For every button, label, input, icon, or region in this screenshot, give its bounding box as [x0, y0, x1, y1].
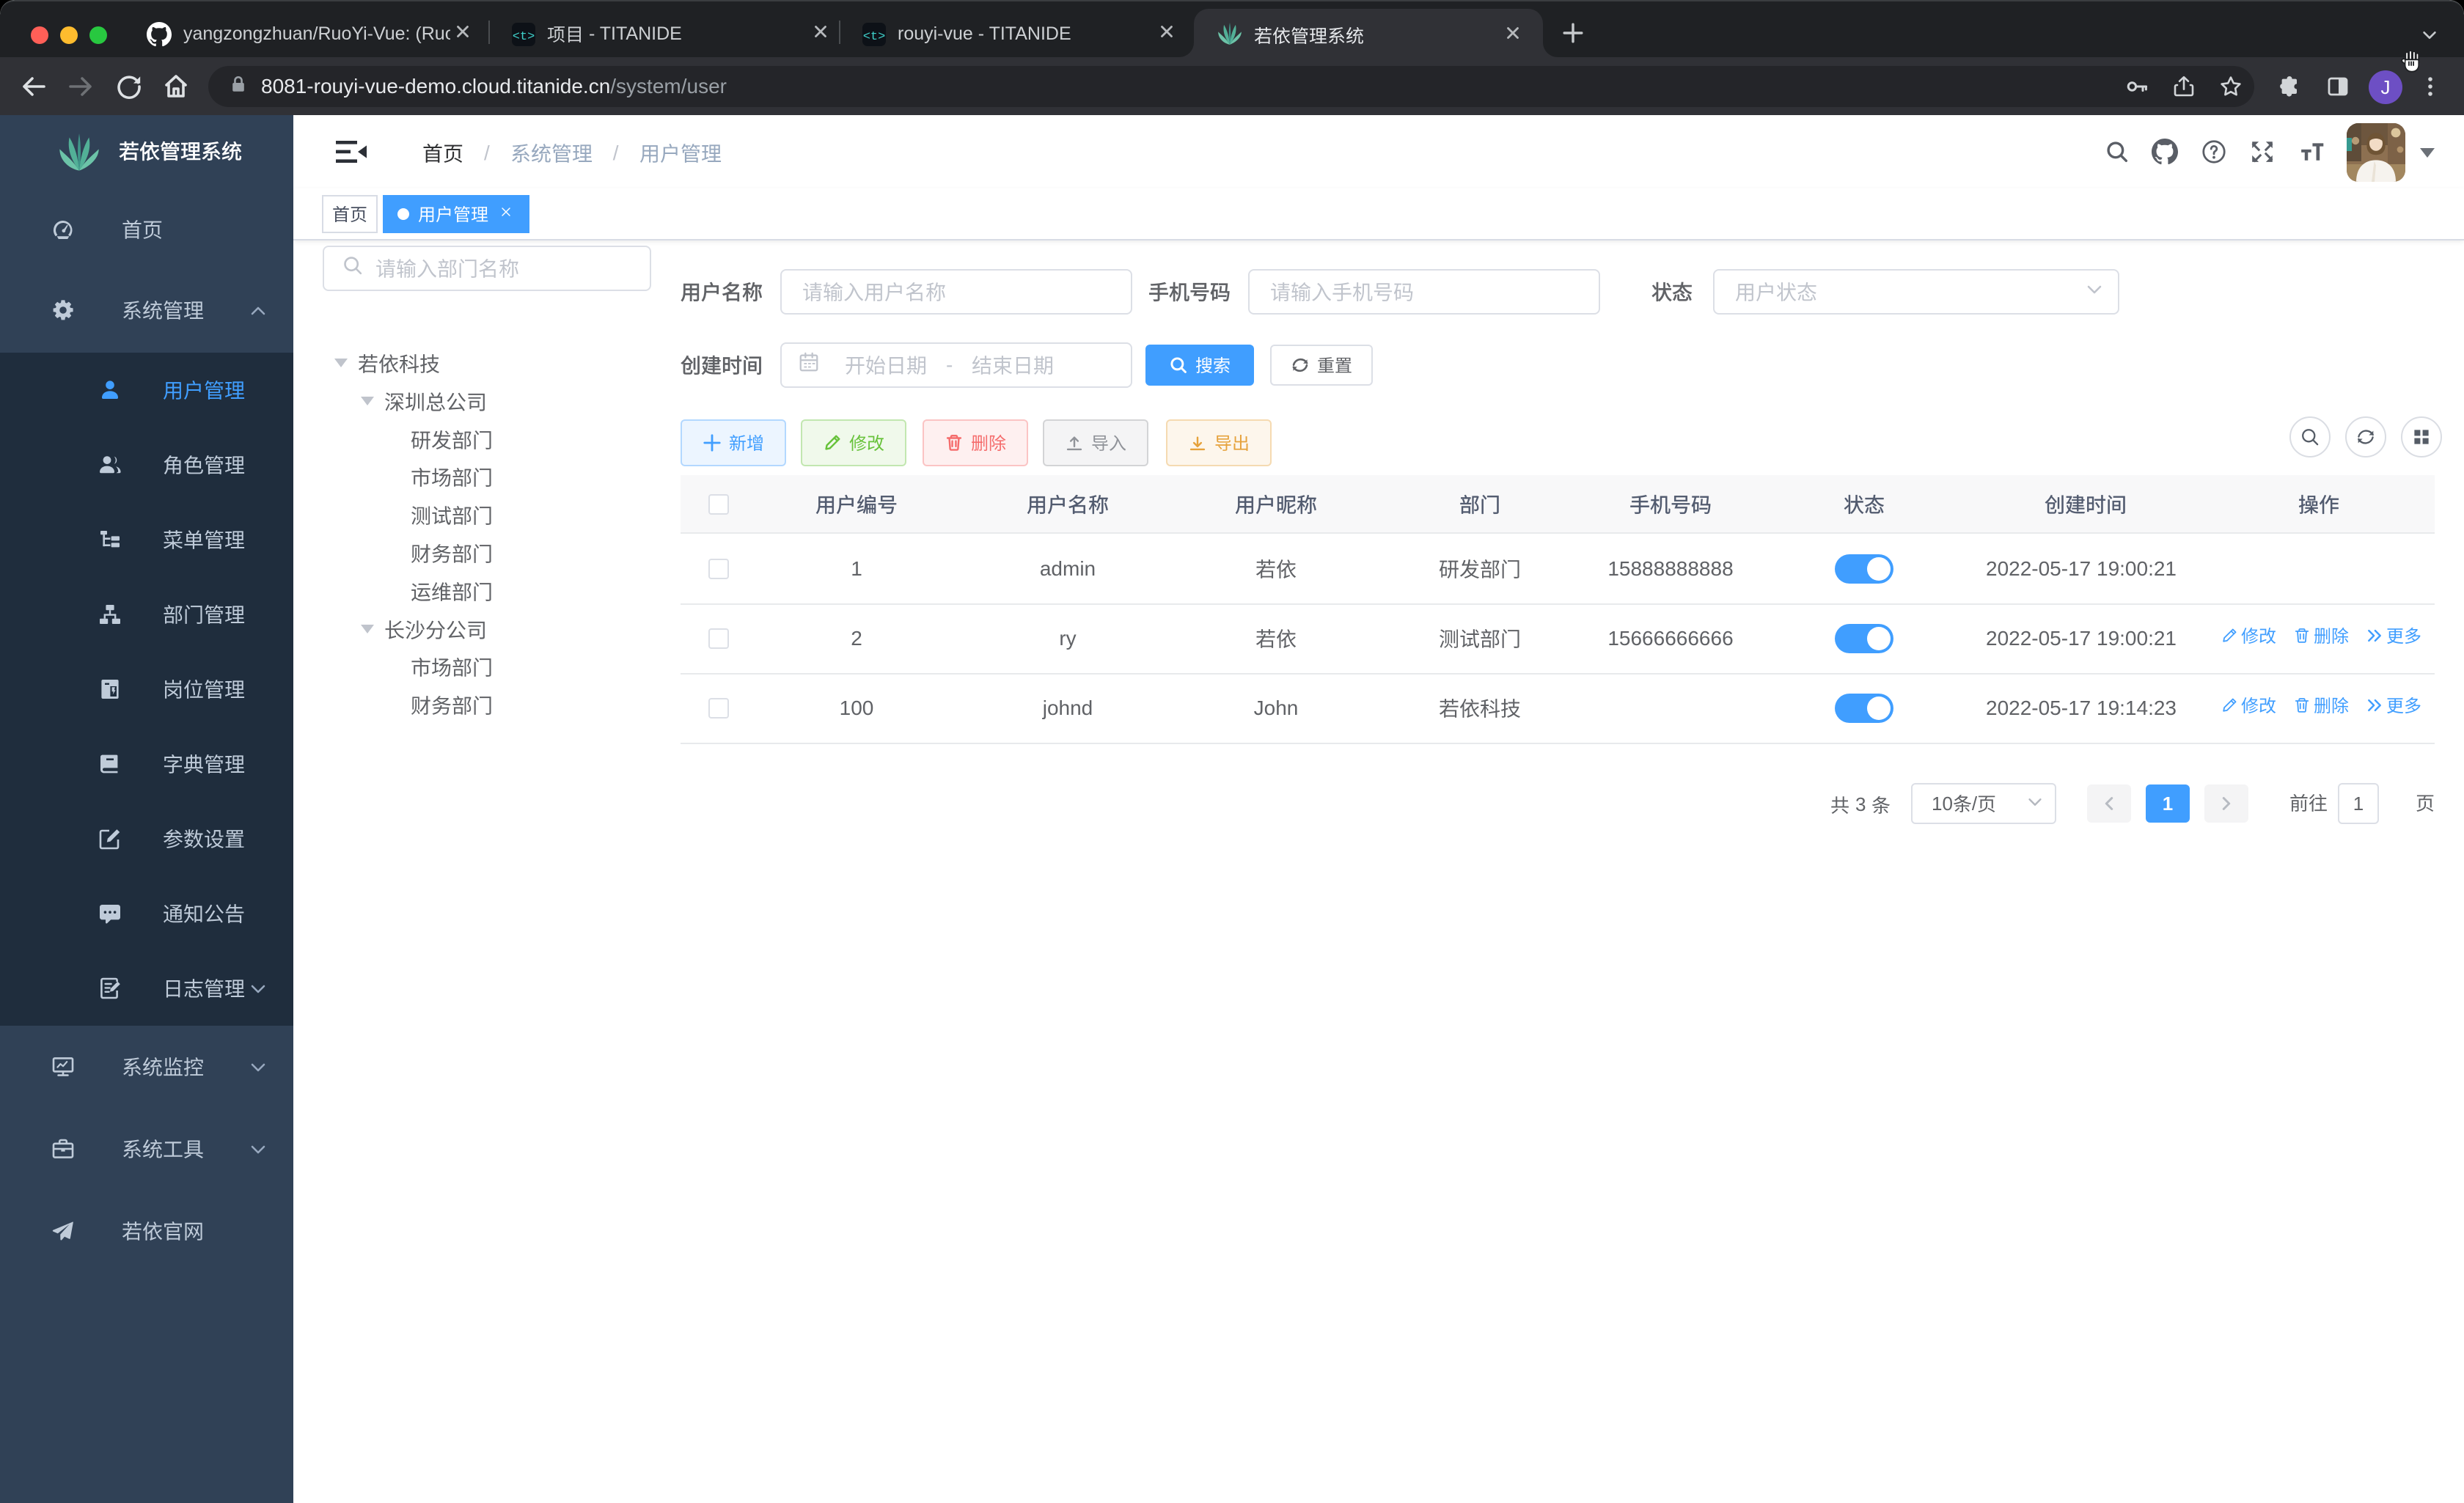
svg-text:<t>: <t>: [863, 30, 886, 44]
svg-text:<t>: <t>: [513, 30, 535, 44]
